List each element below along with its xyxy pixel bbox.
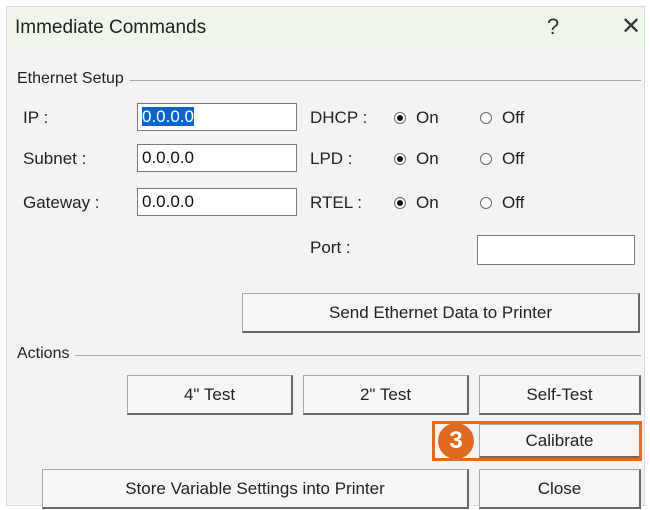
close-icon[interactable]: ✕ xyxy=(613,13,649,41)
send-ethernet-data-button[interactable]: Send Ethernet Data to Printer xyxy=(242,293,640,333)
immediate-commands-dialog: Immediate Commands ? ✕ Ethernet Setup IP… xyxy=(6,6,645,509)
actions-label: Actions xyxy=(17,345,76,363)
radio-checked-icon xyxy=(394,112,406,124)
port-label: Port : xyxy=(310,238,351,257)
dhcp-off-radio[interactable]: Off xyxy=(480,108,524,128)
ip-label: IP : xyxy=(23,108,49,127)
subnet-label: Subnet : xyxy=(23,149,87,168)
rtel-off-label: Off xyxy=(502,193,525,212)
radio-checked-icon xyxy=(394,197,406,209)
radio-unchecked-icon xyxy=(480,197,492,209)
rtel-on-label: On xyxy=(416,193,439,212)
dialog-title: Immediate Commands xyxy=(15,17,207,38)
dhcp-label: DHCP : xyxy=(310,108,368,127)
radio-checked-icon xyxy=(394,153,406,165)
rtel-off-radio[interactable]: Off xyxy=(480,193,524,213)
gateway-label: Gateway : xyxy=(23,193,100,212)
rtel-on-radio[interactable]: On xyxy=(394,193,439,213)
self-test-button[interactable]: Self-Test xyxy=(479,375,641,415)
ip-value: 0.0.0.0 xyxy=(142,107,194,126)
dhcp-off-label: Off xyxy=(502,108,525,127)
radio-unchecked-icon xyxy=(480,112,492,124)
test-4in-button[interactable]: 4" Test xyxy=(127,375,293,415)
lpd-off-label: Off xyxy=(502,149,525,168)
close-button[interactable]: Close xyxy=(479,469,641,509)
port-input[interactable] xyxy=(477,235,635,265)
step-number-badge: 3 xyxy=(438,423,474,459)
dhcp-on-label: On xyxy=(416,108,439,127)
radio-unchecked-icon xyxy=(480,153,492,165)
test-2in-button[interactable]: 2" Test xyxy=(303,375,469,415)
dhcp-on-radio[interactable]: On xyxy=(394,108,439,128)
rtel-label: RTEL : xyxy=(310,193,362,212)
ip-input[interactable]: 0.0.0.0 xyxy=(137,103,297,131)
help-button[interactable]: ? xyxy=(535,13,571,41)
gateway-input[interactable]: 0.0.0.0 xyxy=(137,188,297,216)
lpd-label: LPD : xyxy=(310,149,353,168)
subnet-input[interactable]: 0.0.0.0 xyxy=(137,144,297,172)
title-bar: Immediate Commands ? ✕ xyxy=(7,7,644,47)
store-variable-settings-button[interactable]: Store Variable Settings into Printer xyxy=(42,469,469,509)
lpd-off-radio[interactable]: Off xyxy=(480,149,524,169)
actions-group-divider xyxy=(21,355,641,356)
lpd-on-label: On xyxy=(416,149,439,168)
ethernet-setup-label: Ethernet Setup xyxy=(17,70,130,88)
lpd-on-radio[interactable]: On xyxy=(394,149,439,169)
